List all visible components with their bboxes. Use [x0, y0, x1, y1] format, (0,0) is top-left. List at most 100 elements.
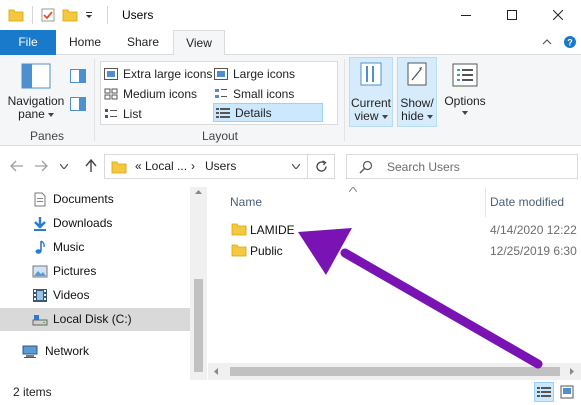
details-view-icon [537, 387, 551, 397]
scrollbar-thumb[interactable] [230, 367, 560, 376]
dropdown-arrow-icon [47, 112, 54, 117]
back-button[interactable] [8, 157, 26, 175]
pictures-icon [32, 265, 48, 278]
videos-icon [33, 289, 47, 302]
layout-details[interactable]: Details [213, 103, 323, 122]
layout-medium-icons[interactable]: Medium icons [104, 84, 197, 103]
horizontal-scrollbar[interactable] [208, 363, 581, 380]
refresh-button[interactable] [307, 155, 334, 178]
scroll-right-icon [570, 368, 574, 375]
nav-item-local-disk[interactable]: Local Disk (C:) [0, 308, 190, 331]
column-header-name[interactable]: Name [230, 195, 262, 209]
nav-item-videos[interactable]: Videos [0, 284, 190, 307]
tab-view[interactable]: View [173, 30, 225, 56]
chevron-down-icon [292, 164, 300, 169]
scroll-left-icon [214, 368, 218, 375]
forward-button[interactable] [32, 157, 50, 175]
scroll-up-icon [195, 190, 202, 194]
navigation-pane-scrollbar[interactable] [190, 187, 207, 380]
scrollbar-thumb[interactable] [194, 279, 203, 372]
close-button[interactable] [535, 0, 581, 30]
tab-share[interactable]: Share [121, 30, 165, 55]
close-icon [553, 10, 563, 20]
collapse-ribbon-icon[interactable] [541, 36, 553, 48]
large-icons-view-icon [560, 385, 574, 399]
chevron-down-icon [60, 163, 68, 169]
extra-large-icons-icon [104, 67, 118, 80]
forward-arrow-icon [35, 160, 48, 172]
details-icon [216, 107, 230, 118]
status-bar: 2 items [0, 380, 581, 405]
title-separator-2 [107, 6, 108, 24]
address-history-button[interactable] [285, 155, 307, 178]
folder-app-icon [8, 9, 24, 22]
search-placeholder: Search Users [387, 160, 460, 174]
layout-extra-large-icons[interactable]: Extra large icons [104, 64, 212, 83]
tab-file[interactable]: File [0, 30, 56, 55]
address-segment-local-disk[interactable]: Local ... [145, 159, 187, 173]
nav-item-downloads[interactable]: Downloads [0, 212, 190, 235]
preview-pane-icon[interactable] [70, 69, 86, 83]
address-row: « Local ... › Users Search Users [0, 147, 581, 187]
layout-large-icons[interactable]: Large icons [214, 64, 295, 83]
folder-icon [111, 161, 127, 174]
dropdown-arrow-icon [381, 114, 388, 119]
column-header-date-modified[interactable]: Date modified [490, 195, 564, 209]
properties-icon[interactable] [40, 7, 56, 23]
options-icon [452, 63, 478, 87]
current-view-button[interactable]: Current view [349, 57, 393, 127]
title-separator [32, 6, 33, 24]
tab-home[interactable]: Home [63, 30, 107, 55]
dropdown-arrow-icon [462, 111, 468, 115]
group-separator [94, 59, 95, 141]
nav-item-documents[interactable]: Documents [0, 188, 190, 211]
recent-locations-button[interactable] [58, 157, 70, 175]
item-count: 2 items [13, 385, 52, 399]
customize-quick-access-icon[interactable] [84, 7, 94, 23]
list-icon [105, 108, 117, 118]
options-label: Options [444, 94, 486, 108]
options-button[interactable]: Options [441, 59, 489, 127]
navigation-pane: Documents Downloads Music Pictures Video… [0, 187, 208, 380]
nav-item-network[interactable]: Network [0, 340, 190, 363]
up-button[interactable] [82, 157, 100, 175]
file-name: LAMIDE [250, 223, 295, 237]
maximize-button[interactable] [489, 0, 535, 30]
show-hide-button[interactable]: Show/ hide [397, 57, 437, 127]
address-overflow-chevron[interactable]: « [135, 159, 142, 173]
navigation-pane-label-2: pane [18, 107, 45, 121]
details-view-toggle[interactable] [534, 382, 554, 402]
documents-icon [34, 192, 46, 207]
file-list: Name Date modified LAMIDE 4/14/2020 12:2… [208, 187, 581, 380]
large-icons-view-toggle[interactable] [557, 382, 577, 402]
up-arrow-icon [85, 159, 97, 172]
show-hide-icon [407, 62, 427, 86]
table-row[interactable]: LAMIDE 4/14/2020 12:22 P [228, 220, 581, 240]
folder-icon [231, 244, 247, 257]
current-view-label-2: view [354, 109, 379, 123]
network-icon [22, 345, 38, 358]
svg-text:?: ? [567, 38, 573, 48]
address-bar[interactable]: « Local ... › Users [104, 154, 335, 179]
nav-item-pictures[interactable]: Pictures [0, 260, 190, 283]
back-arrow-icon [10, 160, 23, 172]
folder-icon [231, 223, 247, 236]
address-segment-users[interactable]: Users [205, 159, 236, 173]
group-separator-2 [344, 59, 345, 141]
table-row[interactable]: Public 12/25/2019 6:30 P [228, 241, 581, 261]
nav-item-music[interactable]: Music [0, 236, 190, 259]
title-bar: Users [0, 0, 581, 30]
address-separator[interactable]: › [191, 159, 195, 173]
refresh-icon [315, 160, 327, 172]
new-folder-icon[interactable] [62, 7, 78, 23]
layout-small-icons[interactable]: Small icons [214, 84, 294, 103]
minimize-button[interactable] [443, 0, 489, 30]
column-separator[interactable] [485, 187, 486, 217]
file-date-modified: 4/14/2020 12:22 P [490, 223, 581, 237]
layout-list[interactable]: List [104, 104, 142, 123]
window-title: Users [122, 8, 154, 22]
navigation-pane-button[interactable]: Navigation pane [6, 59, 66, 127]
details-pane-icon[interactable] [70, 97, 86, 111]
help-icon[interactable]: ? [563, 35, 577, 49]
search-box[interactable]: Search Users [346, 154, 578, 179]
